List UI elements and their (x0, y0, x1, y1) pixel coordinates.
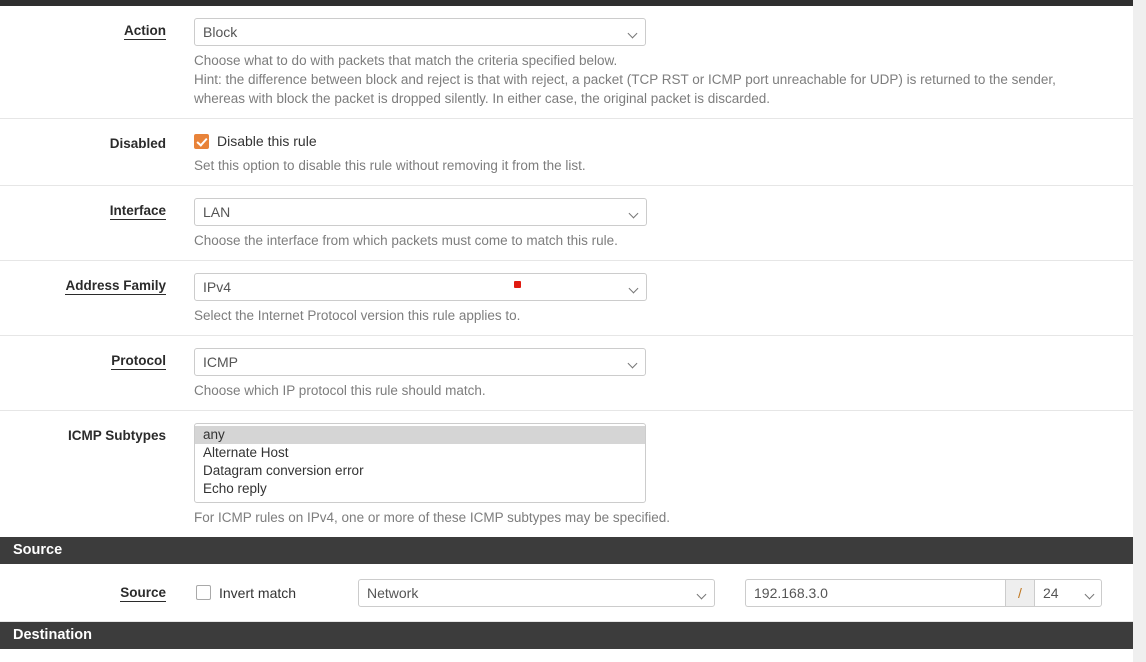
label-icmp-subtypes-text: ICMP Subtypes (67, 428, 166, 443)
control-icmp-subtypes: any Alternate Host Datagram conversion e… (166, 423, 1133, 527)
source-cidr-value: 24 (1043, 584, 1059, 601)
label-source-text: Source (120, 585, 166, 602)
form-row-destination: Destination Invert match Single host or … (0, 649, 1133, 662)
help-icmp-subtypes-line-1: For ICMP rules on IPv4, one or more of t… (194, 510, 670, 525)
help-icmp-subtypes: For ICMP rules on IPv4, one or more of t… (194, 508, 1133, 527)
form-row-icmp-subtypes: ICMP Subtypes any Alternate Host Datagra… (0, 411, 1133, 537)
icmp-subtype-option-alternate-host[interactable]: Alternate Host (195, 444, 645, 462)
help-action: Choose what to do with packets that matc… (194, 51, 1133, 108)
form-row-address-family: Address Family IPv4 Select the Internet … (0, 261, 1133, 336)
label-address-family: Address Family (0, 273, 166, 295)
control-address-family: IPv4 Select the Internet Protocol versio… (166, 273, 1133, 325)
label-disabled: Disabled (0, 131, 166, 151)
source-type-select-value: Network (367, 584, 419, 601)
firewall-rule-edit-page: Action Block Choose what to do with pack… (0, 0, 1146, 662)
rule-form-panel: Action Block Choose what to do with pack… (0, 6, 1133, 537)
source-invert-group: Invert match (166, 583, 358, 603)
interface-select-value: LAN (203, 204, 231, 220)
form-row-protocol: Protocol ICMP Choose which IP protocol t… (0, 336, 1133, 411)
help-action-line-3: whereas with block the packet is dropped… (194, 91, 771, 106)
label-interface: Interface (0, 198, 166, 220)
action-select[interactable]: Block (194, 18, 646, 46)
form-row-interface: Interface LAN Choose the interface from … (0, 186, 1133, 261)
icmp-subtype-option-datagram-conversion-error[interactable]: Datagram conversion error (195, 462, 645, 480)
form-row-action: Action Block Choose what to do with pack… (0, 6, 1133, 119)
form-row-disabled: Disabled Disable this rule Set this opti… (0, 119, 1133, 186)
label-action-text: Action (124, 23, 166, 40)
source-invert-checkbox-line[interactable]: Invert match (196, 583, 358, 603)
disable-rule-checkbox-line[interactable]: Disable this rule (194, 131, 1133, 151)
action-select-value: Block (203, 24, 238, 40)
icmp-subtype-option-echo-reply[interactable]: Echo reply (195, 480, 645, 498)
protocol-select-value: ICMP (203, 354, 238, 370)
label-protocol-text: Protocol (111, 353, 166, 370)
source-type-select[interactable]: Network (358, 578, 715, 607)
label-disabled-text: Disabled (109, 136, 166, 151)
disable-rule-checkbox[interactable] (194, 133, 209, 149)
label-interface-text: Interface (109, 203, 166, 220)
source-type-group: Network (358, 578, 715, 607)
help-disabled-line-1: Set this option to disable this rule wit… (194, 158, 586, 173)
source-slash-addon: / (1005, 578, 1034, 607)
help-interface: Choose the interface from which packets … (194, 231, 1133, 250)
right-gutter (1133, 0, 1146, 662)
protocol-select[interactable]: ICMP (194, 348, 646, 376)
label-address-family-text: Address Family (65, 278, 166, 295)
source-address-group: 192.168.3.0 / 24 (745, 578, 1102, 607)
address-family-select-value: IPv4 (203, 279, 232, 295)
help-interface-line-1: Choose the interface from which packets … (194, 233, 618, 248)
source-invert-checkbox[interactable] (196, 585, 211, 600)
disable-rule-checkbox-label[interactable]: Disable this rule (217, 133, 317, 149)
form-row-source: Source Invert match Network 192.168.3.0 … (0, 564, 1133, 622)
control-protocol: ICMP Choose which IP protocol this rule … (166, 348, 1133, 400)
source-address-value: 192.168.3.0 (754, 584, 828, 601)
section-header-destination: Destination (0, 622, 1133, 649)
label-action: Action (0, 18, 166, 40)
help-protocol: Choose which IP protocol this rule shoul… (194, 381, 1133, 400)
control-disabled: Disable this rule Set this option to dis… (166, 131, 1133, 175)
label-icmp-subtypes: ICMP Subtypes (0, 423, 166, 443)
icmp-subtype-option-any[interactable]: any (195, 426, 645, 444)
help-action-line-2: Hint: the difference between block and r… (194, 72, 1056, 87)
help-disabled: Set this option to disable this rule wit… (194, 156, 1133, 175)
address-family-select[interactable]: IPv4 (194, 273, 647, 301)
section-header-source-text: Source (13, 542, 63, 558)
label-source: Source (0, 585, 166, 602)
help-protocol-line-1: Choose which IP protocol this rule shoul… (194, 383, 486, 398)
help-action-line-1: Choose what to do with packets that matc… (194, 53, 618, 68)
control-action: Block Choose what to do with packets tha… (166, 18, 1133, 108)
help-address-family-line-1: Select the Internet Protocol version thi… (194, 308, 521, 323)
icmp-subtypes-listbox[interactable]: any Alternate Host Datagram conversion e… (194, 423, 646, 503)
source-slash-text: / (1018, 584, 1022, 601)
source-invert-checkbox-label[interactable]: Invert match (219, 585, 296, 601)
control-interface: LAN Choose the interface from which pack… (166, 198, 1133, 250)
source-cidr-select[interactable]: 24 (1034, 578, 1102, 607)
label-protocol: Protocol (0, 348, 166, 370)
section-header-source: Source (0, 537, 1133, 564)
source-address-input[interactable]: 192.168.3.0 (745, 578, 1005, 607)
section-header-destination-text: Destination (13, 627, 92, 643)
help-address-family: Select the Internet Protocol version thi… (194, 306, 1133, 325)
interface-select[interactable]: LAN (194, 198, 647, 226)
